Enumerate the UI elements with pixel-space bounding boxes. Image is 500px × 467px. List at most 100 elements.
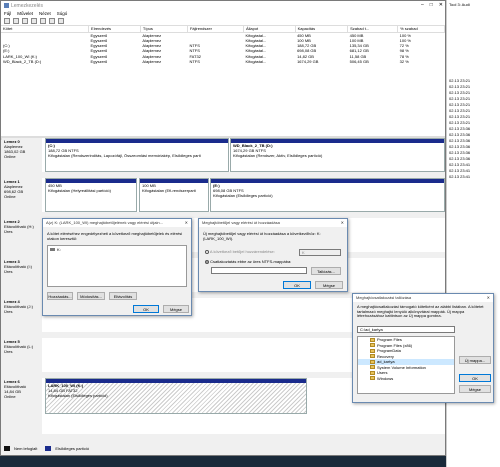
close-icon[interactable]: ✕ bbox=[439, 2, 443, 8]
disk-status: Online bbox=[4, 394, 16, 399]
event-row[interactable]: 02.13 23:36 bbox=[449, 138, 499, 143]
ok-button[interactable]: OK bbox=[283, 281, 311, 289]
list-icon[interactable] bbox=[40, 18, 46, 24]
minimize-icon[interactable]: – bbox=[421, 2, 424, 8]
mount-folder-option[interactable]: Csatlakoztatás ebbe az üres NTFS-mappába… bbox=[205, 259, 291, 264]
event-row[interactable]: 02.13 23:41 bbox=[449, 162, 499, 167]
folder-tree-item[interactable]: Windows bbox=[358, 376, 454, 382]
remove-button[interactable]: Eltávolítás bbox=[109, 292, 137, 300]
event-row[interactable]: 02.13 23:21 bbox=[449, 114, 499, 119]
event-row[interactable]: 02.13 23:41 bbox=[449, 168, 499, 173]
forward-icon[interactable] bbox=[13, 18, 19, 24]
close-icon[interactable]: ✕ bbox=[487, 294, 490, 302]
event-row[interactable]: 02.13 23:36 bbox=[449, 132, 499, 137]
browse-folder-title: Meghajtócsatlakozási tallózása ✕ bbox=[353, 294, 493, 302]
event-row[interactable]: 02.13 23:36 bbox=[449, 156, 499, 161]
partition-l2: Kifogástalan (Rendszer, Aktív, Elsődlege… bbox=[233, 152, 323, 158]
partition-bar bbox=[46, 379, 306, 383]
menu-action[interactable]: Művelet bbox=[17, 11, 33, 16]
disk-label[interactable]: Lemez 3 Eltávolítható (I:) Üres bbox=[2, 258, 42, 292]
legend-unalloc: Nem lefoglalt bbox=[14, 445, 38, 451]
menu-view[interactable]: Nézet bbox=[39, 11, 51, 16]
partition-l2: Kifogástalan (Elsődleges partíció) bbox=[213, 192, 273, 198]
menu-help[interactable]: Súgó bbox=[57, 11, 68, 16]
folder-icon bbox=[370, 348, 375, 353]
disk-label[interactable]: Lemez 0 Alaplemez 1863,02 GB Online bbox=[2, 138, 42, 172]
disk-label[interactable]: Lemez 6 Eltávolítható 14,84 GB Online bbox=[2, 378, 42, 434]
menu-bar: Fájl Művelet Nézet Súgó bbox=[1, 10, 445, 17]
event-row[interactable]: 02.13 23:21 bbox=[449, 108, 499, 113]
settings-icon[interactable] bbox=[49, 18, 55, 24]
disk-label[interactable]: Lemez 2 Eltávolítható (H:) Üres bbox=[2, 218, 42, 252]
legend: Nem lefoglalt Elsődleges partíció bbox=[2, 443, 445, 453]
disk-label[interactable]: Lemez 5 Eltávolítható (L:) Üres bbox=[2, 338, 42, 372]
delete-icon[interactable] bbox=[58, 18, 64, 24]
partition-block[interactable]: LARK_100_WI (K:) 14,84 GB FAT32 Kifogástal… bbox=[45, 378, 307, 414]
disk-row: Lemez 0 Alaplemez 1863,02 GB Online (C:) 188,… bbox=[2, 138, 445, 172]
partition-block[interactable]: WD_Black_2_TB (D:) 1674,29 GB NTFS Kifogás… bbox=[230, 138, 445, 172]
folder-name: Recovery bbox=[377, 353, 394, 359]
disk-row: Lemez 1 Alaplemez 698,62 GB Online 450 MB Kif… bbox=[2, 178, 445, 212]
menu-file[interactable]: Fájl bbox=[4, 11, 11, 16]
mount-folder-radio[interactable] bbox=[205, 259, 209, 264]
new-folder-button[interactable]: Új mappa... bbox=[459, 356, 491, 364]
folder-icon bbox=[370, 359, 375, 364]
browse-button[interactable]: Tallózás... bbox=[311, 267, 341, 275]
folder-icon bbox=[370, 370, 375, 375]
maximize-icon[interactable]: □ bbox=[430, 2, 433, 8]
folder-icon bbox=[370, 337, 375, 342]
event-row[interactable]: 02.13 23:21 bbox=[449, 90, 499, 95]
table-cell: 32 % bbox=[399, 59, 409, 65]
disk-label[interactable]: Lemez 1 Alaplemez 698,62 GB Online bbox=[2, 178, 42, 212]
partition-block[interactable]: (C:) 188,72 GB NTFS Kifogástalan (Rendszer… bbox=[45, 138, 229, 172]
event-row[interactable]: 02.13 23:21 bbox=[449, 84, 499, 89]
legend-primary: Elsődleges partíció bbox=[55, 445, 90, 451]
volume-table: Kötet Elrendezés Típus Fájlrendszer Állapot K… bbox=[1, 26, 445, 65]
assign-letter-option[interactable]: A következő betűjel hozzárendelése: bbox=[205, 249, 275, 254]
event-row[interactable]: 02.13 23:36 bbox=[449, 150, 499, 155]
properties-icon[interactable] bbox=[22, 18, 28, 24]
assign-letter-radio[interactable] bbox=[205, 249, 209, 254]
event-row[interactable]: 02.13 23:21 bbox=[449, 102, 499, 107]
folder-tree[interactable]: Program Files Program Files (x86) ProgramD… bbox=[357, 336, 455, 394]
event-row[interactable]: 02.13 23:36 bbox=[449, 144, 499, 149]
event-time: 02.13 23:41 bbox=[449, 162, 471, 167]
event-time: 02.13 23:41 bbox=[449, 174, 471, 179]
add-path-desc: Új meghajtóbetűjel vagy elérési út hozzá… bbox=[203, 231, 321, 241]
change-button[interactable]: Módosítás... bbox=[77, 292, 105, 300]
event-row[interactable]: 02.13 23:36 bbox=[449, 126, 499, 131]
paths-item[interactable]: K: bbox=[48, 246, 186, 253]
add-path-title: Meghajtóbetűjel vagy elérési út hozzáadá… bbox=[199, 219, 347, 227]
ok-button[interactable]: OK bbox=[459, 374, 491, 382]
partition-l2: Kifogástalan (Helyreállítási partíció) bbox=[48, 187, 111, 193]
drive-icon bbox=[50, 248, 55, 251]
event-time: 02.13 23:41 bbox=[449, 168, 471, 173]
close-icon[interactable]: ✕ bbox=[185, 219, 188, 227]
cancel-button[interactable]: Mégse bbox=[163, 305, 189, 313]
cancel-button[interactable]: Mégse bbox=[315, 281, 343, 289]
disk-label[interactable]: Lemez 4 Eltávolítható (J:) Üres bbox=[2, 298, 42, 332]
folder-path-input[interactable] bbox=[211, 267, 307, 274]
event-time: 02.13 23:21 bbox=[449, 120, 471, 125]
table-cell: Egyszerű bbox=[90, 59, 108, 65]
event-row[interactable]: 02.13 23:21 bbox=[449, 120, 499, 125]
selected-path-field[interactable]: C:\ad_kartya bbox=[357, 326, 455, 333]
partition-block[interactable]: 100 MB Kifogástalan (Efi-rendszerparti bbox=[139, 178, 209, 212]
event-row[interactable]: 02.13 23:21 bbox=[449, 78, 499, 83]
cancel-button[interactable]: Mégse bbox=[459, 385, 491, 393]
partition-block[interactable]: (E:) 698,08 GB NTFS Kifogástalan (Elsődleg… bbox=[210, 178, 445, 212]
close-icon[interactable]: ✕ bbox=[341, 219, 344, 227]
event-row[interactable]: 02.13 23:21 bbox=[449, 96, 499, 101]
letter-select[interactable]: K bbox=[299, 249, 341, 256]
change-paths-desc: A kötet eléréséhez engedélyezheti a köve… bbox=[47, 231, 183, 241]
table-cell: Alaplemez bbox=[142, 59, 162, 65]
partition-l2: Kifogástalan (Rendszerindítás, Lapozófáj… bbox=[48, 152, 201, 158]
partition-block[interactable]: 450 MB Kifogástalan (Helyreállítási partí… bbox=[45, 178, 137, 212]
table-row[interactable]: WD_Black_2_TB (D:) Egyszerű Alaplemez NTFS K… bbox=[1, 59, 445, 64]
add-button[interactable]: Hozzáadás... bbox=[47, 292, 73, 300]
paths-listbox[interactable]: K: bbox=[47, 245, 187, 287]
ok-button[interactable]: OK bbox=[133, 305, 159, 313]
help-icon[interactable] bbox=[31, 18, 37, 24]
event-row[interactable]: 02.13 23:41 bbox=[449, 174, 499, 179]
back-icon[interactable] bbox=[4, 18, 10, 24]
